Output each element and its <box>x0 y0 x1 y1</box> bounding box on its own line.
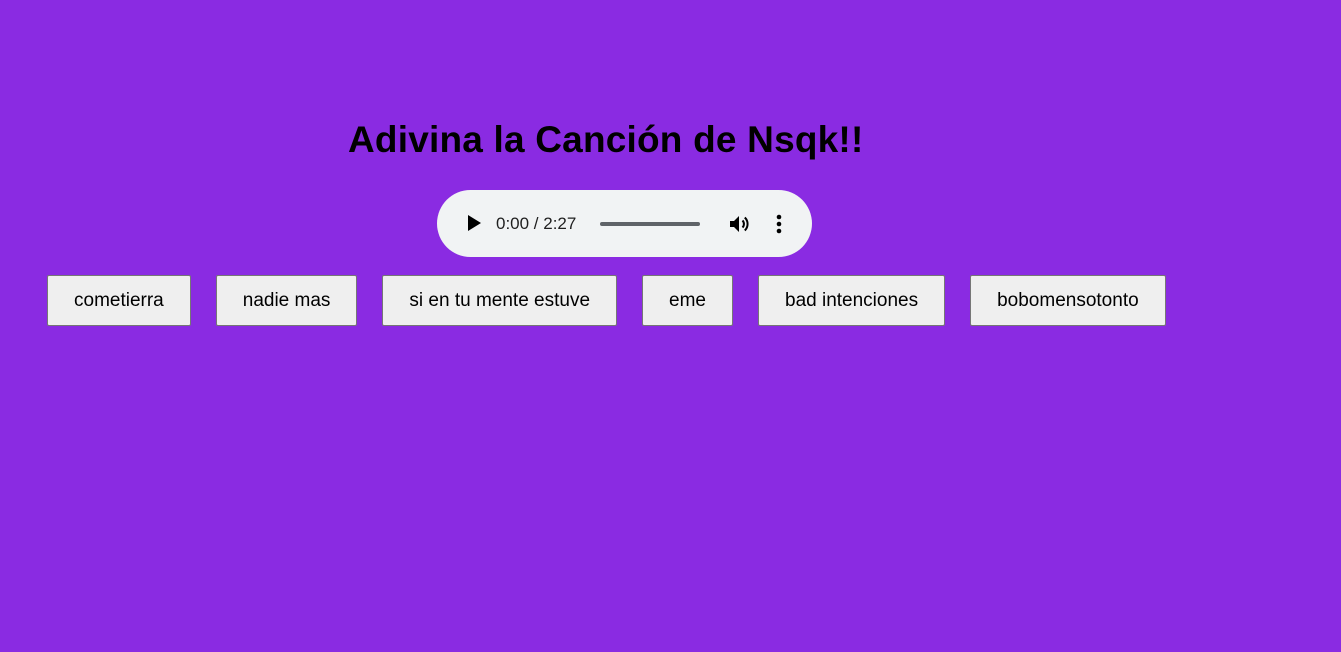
option-button-eme[interactable]: eme <box>642 275 733 326</box>
page: Adivina la Canción de Nsqk!! 0:00 / 2:27… <box>0 0 1341 652</box>
audio-player: 0:00 / 2:27 <box>437 190 812 257</box>
song-options: cometierra nadie mas si en tu mente estu… <box>47 275 1166 326</box>
option-button-nadie-mas[interactable]: nadie mas <box>215 275 358 326</box>
play-icon[interactable] <box>462 212 484 234</box>
volume-icon[interactable] <box>727 212 751 236</box>
option-button-bobomensotonto[interactable]: bobomensotonto <box>970 275 1166 326</box>
option-button-bad-intenciones[interactable]: bad intenciones <box>758 275 946 326</box>
option-button-cometierra[interactable]: cometierra <box>47 275 191 326</box>
audio-time-display: 0:00 / 2:27 <box>496 214 577 233</box>
page-title: Adivina la Canción de Nsqk!! <box>348 119 864 160</box>
option-button-si-en-tu-mente-estuve[interactable]: si en tu mente estuve <box>382 275 618 326</box>
audio-seek-bar[interactable] <box>600 222 700 226</box>
more-options-icon[interactable] <box>771 212 787 236</box>
